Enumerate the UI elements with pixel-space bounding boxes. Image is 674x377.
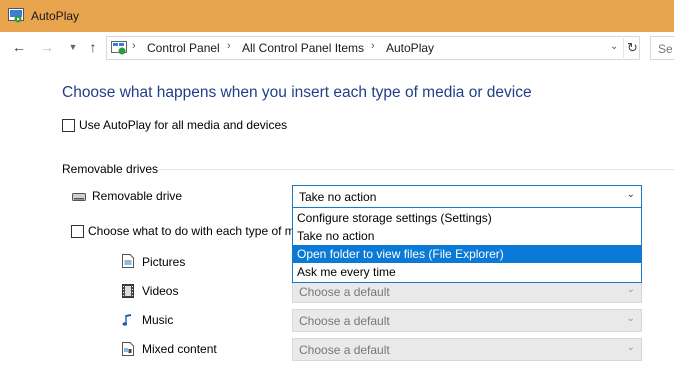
chevron-down-icon[interactable]: ⌄ <box>627 189 635 200</box>
search-input[interactable]: Se <box>650 36 674 60</box>
control-panel-icon <box>111 41 127 55</box>
videos-action-select[interactable]: Choose a default ⌄ <box>292 280 642 303</box>
autoplay-app-icon <box>8 8 24 23</box>
forward-arrow-icon[interactable]: → <box>38 38 56 56</box>
use-autoplay-label[interactable]: Use AutoPlay for all media and devices <box>79 118 287 132</box>
section-divider <box>158 169 674 170</box>
title-bar: AutoPlay <box>0 0 674 32</box>
mixed-content-selected-value: Choose a default <box>299 343 390 357</box>
videos-label: Videos <box>142 284 179 298</box>
music-label: Music <box>142 313 174 327</box>
breadcrumb-all-items[interactable]: All Control Panel Items <box>242 41 364 55</box>
chevron-down-icon[interactable]: ⌄ <box>627 284 635 295</box>
address-bar[interactable]: › Control Panel › All Control Panel Item… <box>106 36 640 60</box>
address-dropdown-chevron-icon[interactable]: ⌄ <box>610 41 618 52</box>
pictures-label: Pictures <box>142 255 186 269</box>
navigation-bar: ← → ▼ ↑ › Control Panel › All Control Pa… <box>0 32 674 64</box>
chevron-down-icon[interactable]: ⌄ <box>627 313 635 324</box>
page-title: Choose what happens when you insert each… <box>62 84 532 101</box>
option-open-folder[interactable]: Open folder to view files (File Explorer… <box>293 245 641 263</box>
option-configure-storage[interactable]: Configure storage settings (Settings) <box>293 209 641 227</box>
chevron-down-icon[interactable]: ⌄ <box>627 342 635 353</box>
breadcrumb-autoplay[interactable]: AutoPlay <box>386 41 434 55</box>
removable-drive-options-list: Configure storage settings (Settings) Ta… <box>292 207 642 283</box>
search-placeholder: Se <box>658 42 673 56</box>
music-action-select[interactable]: Choose a default ⌄ <box>292 309 642 332</box>
removable-drive-icon <box>72 193 86 201</box>
breadcrumb-separator-icon: › <box>227 40 231 52</box>
recent-locations-chevron-icon[interactable]: ▼ <box>64 38 82 56</box>
breadcrumb-separator-icon: › <box>371 40 375 52</box>
removable-drive-label: Removable drive <box>92 189 183 203</box>
removable-drive-action-select[interactable]: Take no action ⌄ <box>292 185 642 208</box>
choose-each-type-checkbox[interactable] <box>71 225 84 238</box>
breadcrumb-separator-icon: › <box>132 40 136 52</box>
mixed-content-label: Mixed content <box>142 342 217 356</box>
mixed-content-action-select[interactable]: Choose a default ⌄ <box>292 338 642 361</box>
removable-drive-selected-value: Take no action <box>299 190 377 204</box>
option-take-no-action[interactable]: Take no action <box>293 227 641 245</box>
refresh-icon[interactable]: ↻ <box>623 38 641 58</box>
breadcrumb-control-panel[interactable]: Control Panel <box>147 41 220 55</box>
videos-icon <box>122 284 134 298</box>
music-selected-value: Choose a default <box>299 314 390 328</box>
mixed-content-icon <box>122 342 134 356</box>
music-icon <box>122 314 131 326</box>
up-arrow-icon[interactable]: ↑ <box>84 38 102 56</box>
use-autoplay-checkbox[interactable] <box>62 119 75 132</box>
videos-selected-value: Choose a default <box>299 285 390 299</box>
choose-each-type-label[interactable]: Choose what to do with each type of m <box>88 224 295 238</box>
removable-drives-section-title: Removable drives <box>62 162 159 176</box>
option-ask-every-time[interactable]: Ask me every time <box>293 263 641 281</box>
window-title: AutoPlay <box>31 9 80 23</box>
pictures-icon <box>122 254 134 268</box>
back-arrow-icon[interactable]: ← <box>10 38 28 56</box>
